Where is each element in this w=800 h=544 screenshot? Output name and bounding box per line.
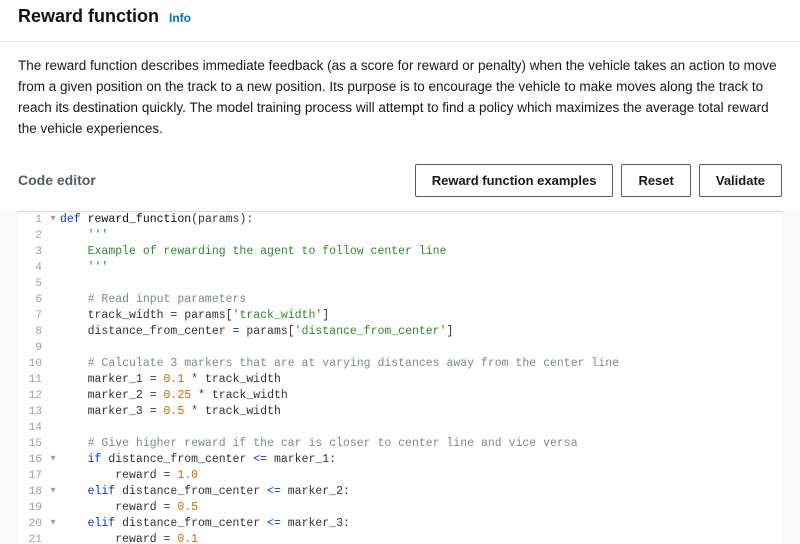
- editor-toolbar: Code editor Reward function examples Res…: [0, 158, 800, 211]
- line-number: 10: [18, 356, 48, 372]
- validate-button[interactable]: Validate: [699, 164, 782, 197]
- code-editor-label: Code editor: [18, 172, 96, 188]
- fold-marker-icon: [48, 340, 58, 356]
- code-line[interactable]: 12 marker_2 = 0.25 * track_width: [18, 388, 782, 404]
- fold-marker-icon: [48, 436, 58, 452]
- fold-marker-icon: [48, 532, 58, 544]
- fold-marker-icon: [48, 356, 58, 372]
- code-line[interactable]: 4 ''': [18, 260, 782, 276]
- fold-marker-icon[interactable]: ▾: [48, 212, 58, 228]
- line-number: 13: [18, 404, 48, 420]
- code-text[interactable]: distance_from_center = params['distance_…: [58, 324, 453, 340]
- code-text[interactable]: elif distance_from_center <= marker_2:: [58, 484, 350, 500]
- line-number: 2: [18, 228, 48, 244]
- code-line[interactable]: 9: [18, 340, 782, 356]
- fold-marker-icon: [48, 308, 58, 324]
- code-line[interactable]: 3 Example of rewarding the agent to foll…: [18, 244, 782, 260]
- code-text[interactable]: ''': [58, 260, 108, 276]
- code-text[interactable]: def reward_function(params):: [58, 212, 253, 228]
- fold-marker-icon: [48, 404, 58, 420]
- fold-marker-icon: [48, 228, 58, 244]
- code-text[interactable]: marker_3 = 0.5 * track_width: [58, 404, 281, 420]
- fold-marker-icon[interactable]: ▾: [48, 484, 58, 500]
- code-text[interactable]: [58, 276, 60, 292]
- code-text[interactable]: reward = 0.5: [58, 500, 198, 516]
- fold-marker-icon[interactable]: ▾: [48, 452, 58, 468]
- code-line[interactable]: 18▾ elif distance_from_center <= marker_…: [18, 484, 782, 500]
- page: Reward function Info The reward function…: [0, 0, 800, 544]
- line-number: 1: [18, 212, 48, 228]
- code-line[interactable]: 14: [18, 420, 782, 436]
- code-line[interactable]: 21 reward = 0.1: [18, 532, 782, 544]
- code-line[interactable]: 5: [18, 276, 782, 292]
- line-number: 9: [18, 340, 48, 356]
- line-number: 15: [18, 436, 48, 452]
- code-line[interactable]: 2 ''': [18, 228, 782, 244]
- line-number: 7: [18, 308, 48, 324]
- code-line[interactable]: 6 # Read input parameters: [18, 292, 782, 308]
- code-line[interactable]: 16▾ if distance_from_center <= marker_1:: [18, 452, 782, 468]
- fold-marker-icon: [48, 260, 58, 276]
- line-number: 18: [18, 484, 48, 500]
- line-number: 20: [18, 516, 48, 532]
- code-text[interactable]: Example of rewarding the agent to follow…: [58, 244, 446, 260]
- page-title: Reward function: [18, 6, 159, 27]
- code-editor[interactable]: 1▾def reward_function(params):2 '''3 Exa…: [18, 211, 782, 544]
- code-text[interactable]: [58, 420, 60, 436]
- code-line[interactable]: 19 reward = 0.5: [18, 500, 782, 516]
- info-link[interactable]: Info: [169, 11, 191, 25]
- code-line[interactable]: 8 distance_from_center = params['distanc…: [18, 324, 782, 340]
- fold-marker-icon: [48, 244, 58, 260]
- line-number: 3: [18, 244, 48, 260]
- code-text[interactable]: # Read input parameters: [58, 292, 246, 308]
- code-text[interactable]: if distance_from_center <= marker_1:: [58, 452, 336, 468]
- fold-marker-icon: [48, 276, 58, 292]
- fold-marker-icon: [48, 324, 58, 340]
- code-line[interactable]: 13 marker_3 = 0.5 * track_width: [18, 404, 782, 420]
- reward-function-examples-button[interactable]: Reward function examples: [415, 164, 614, 197]
- code-block[interactable]: 1▾def reward_function(params):2 '''3 Exa…: [18, 212, 782, 544]
- code-text[interactable]: marker_2 = 0.25 * track_width: [58, 388, 288, 404]
- code-line[interactable]: 17 reward = 1.0: [18, 468, 782, 484]
- line-number: 16: [18, 452, 48, 468]
- code-text[interactable]: # Give higher reward if the car is close…: [58, 436, 578, 452]
- code-line[interactable]: 7 track_width = params['track_width']: [18, 308, 782, 324]
- code-line[interactable]: 1▾def reward_function(params):: [18, 212, 782, 228]
- line-number: 12: [18, 388, 48, 404]
- code-line[interactable]: 20▾ elif distance_from_center <= marker_…: [18, 516, 782, 532]
- code-line[interactable]: 11 marker_1 = 0.1 * track_width: [18, 372, 782, 388]
- code-line[interactable]: 10 # Calculate 3 markers that are at var…: [18, 356, 782, 372]
- line-number: 11: [18, 372, 48, 388]
- line-number: 5: [18, 276, 48, 292]
- code-text[interactable]: ''': [58, 228, 108, 244]
- code-text[interactable]: # Calculate 3 markers that are at varyin…: [58, 356, 619, 372]
- code-text[interactable]: elif distance_from_center <= marker_3:: [58, 516, 350, 532]
- line-number: 19: [18, 500, 48, 516]
- code-text[interactable]: reward = 1.0: [58, 468, 198, 484]
- fold-marker-icon: [48, 388, 58, 404]
- description-text: The reward function describes immediate …: [0, 42, 800, 158]
- code-line[interactable]: 15 # Give higher reward if the car is cl…: [18, 436, 782, 452]
- panel: The reward function describes immediate …: [0, 41, 800, 544]
- code-text[interactable]: marker_1 = 0.1 * track_width: [58, 372, 281, 388]
- line-number: 6: [18, 292, 48, 308]
- line-number: 21: [18, 532, 48, 544]
- fold-marker-icon: [48, 372, 58, 388]
- code-text[interactable]: reward = 0.1: [58, 532, 198, 544]
- code-text[interactable]: [58, 340, 60, 356]
- fold-marker-icon: [48, 468, 58, 484]
- fold-marker-icon: [48, 292, 58, 308]
- line-number: 14: [18, 420, 48, 436]
- section-header: Reward function Info: [0, 0, 800, 41]
- fold-marker-icon[interactable]: ▾: [48, 516, 58, 532]
- code-text[interactable]: track_width = params['track_width']: [58, 308, 329, 324]
- line-number: 17: [18, 468, 48, 484]
- fold-marker-icon: [48, 500, 58, 516]
- reset-button[interactable]: Reset: [621, 164, 690, 197]
- line-number: 8: [18, 324, 48, 340]
- line-number: 4: [18, 260, 48, 276]
- fold-marker-icon: [48, 420, 58, 436]
